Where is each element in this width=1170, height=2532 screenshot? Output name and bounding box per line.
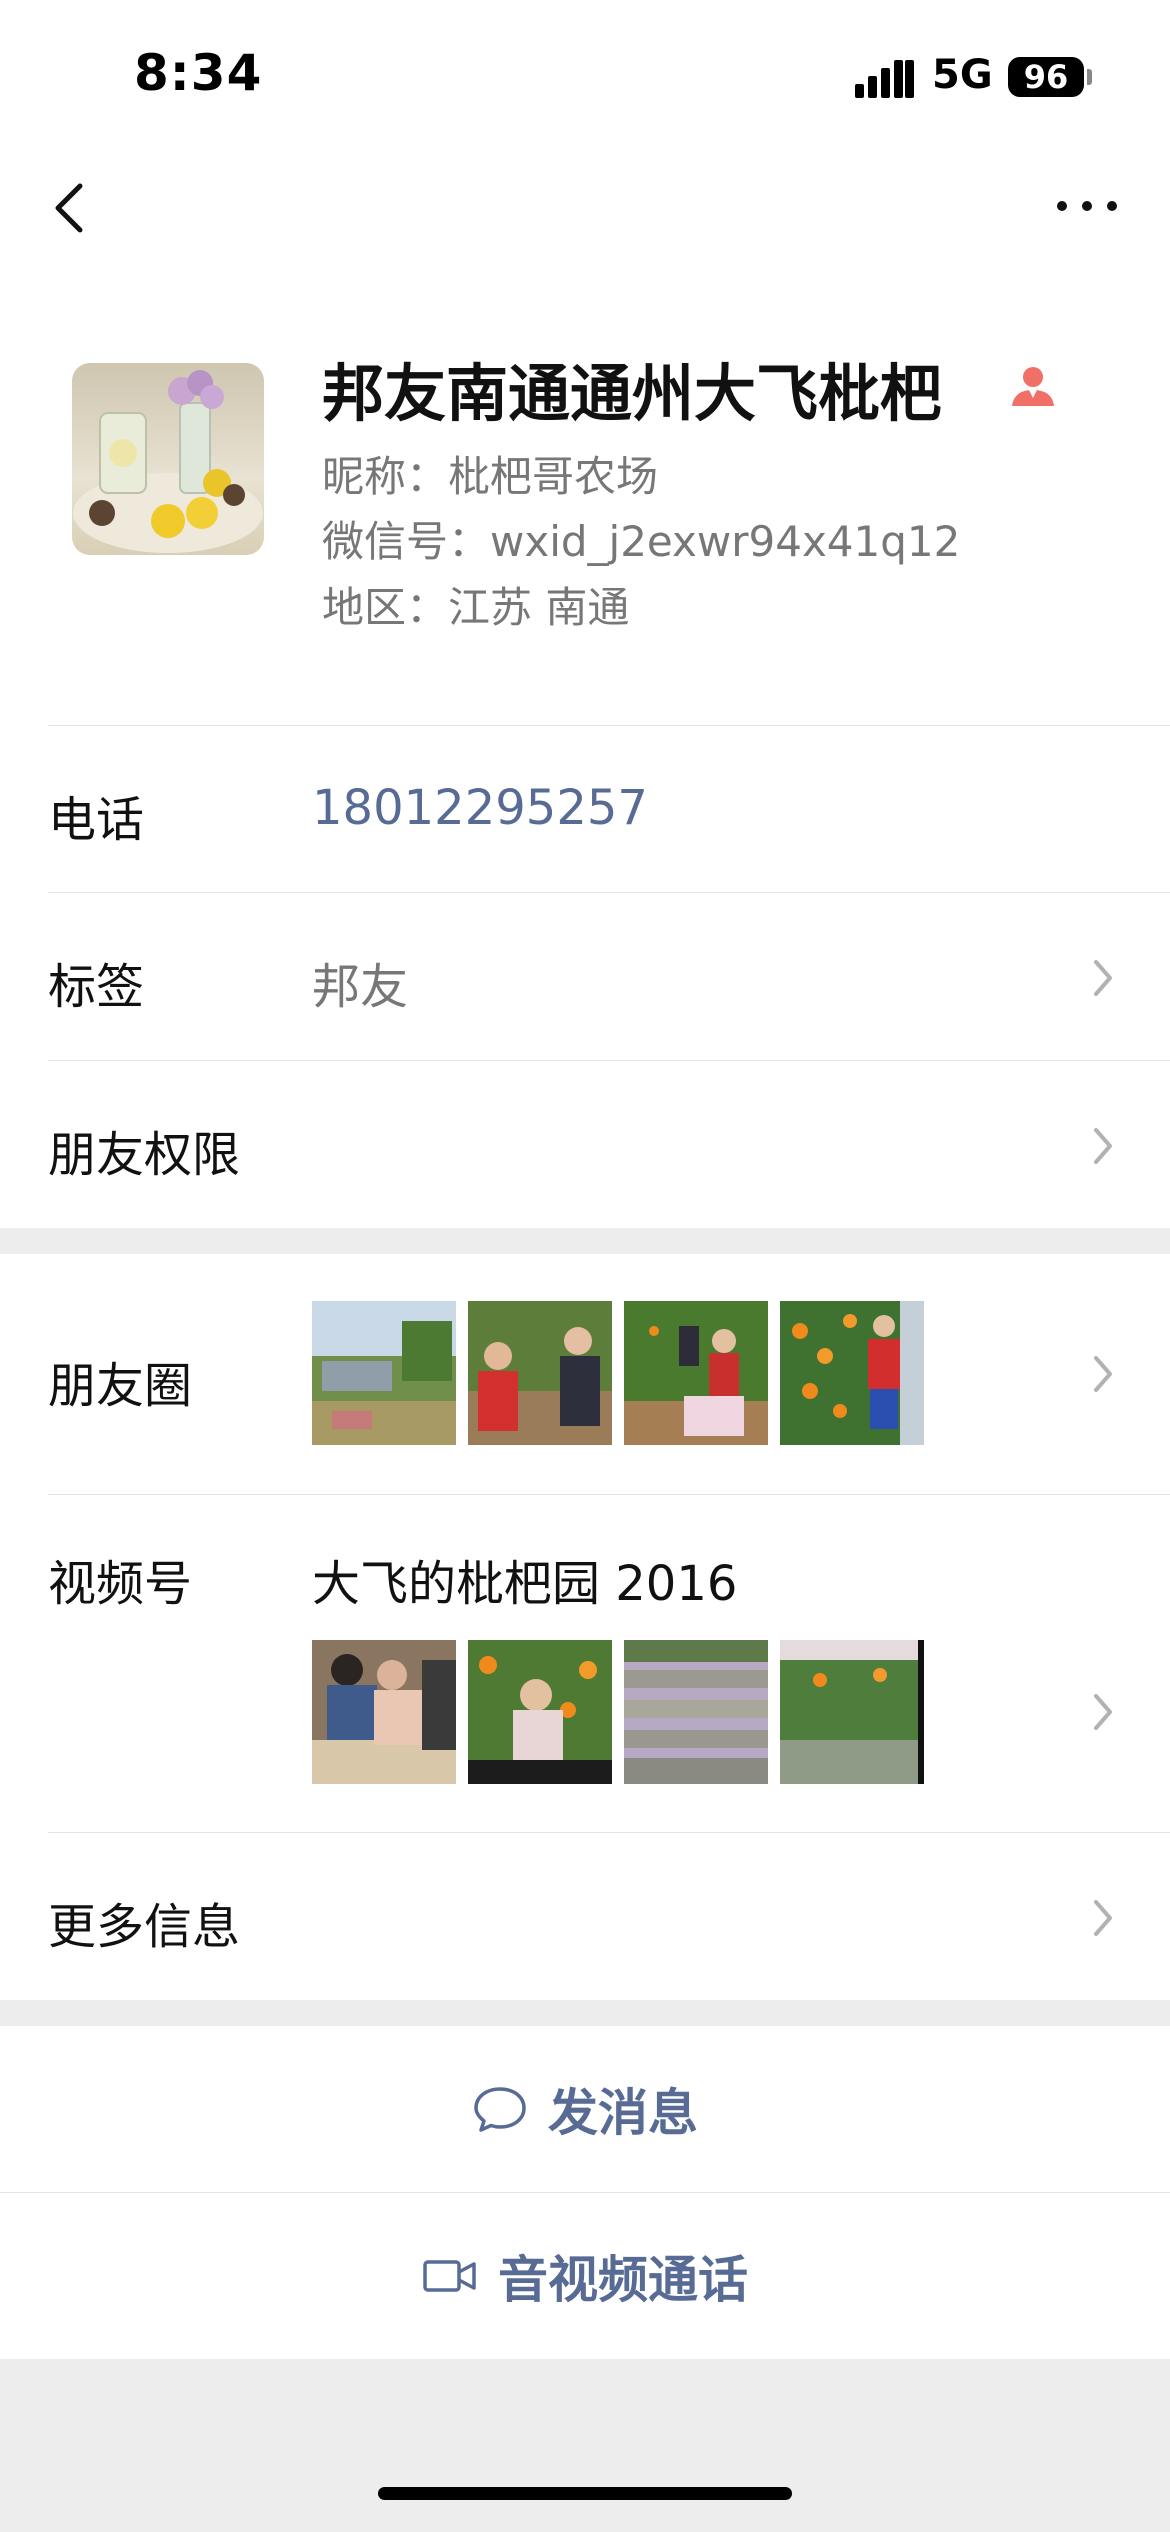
chevron-right-icon (1094, 1900, 1112, 1936)
video-call-label: 音视频通话 (498, 2251, 748, 2309)
chevron-right-icon (1094, 960, 1112, 996)
channel-video-thumbnail (624, 1640, 768, 1784)
channel-video-thumbnail (780, 1640, 924, 1784)
divider (48, 892, 1170, 893)
moments-thumbnails (312, 1301, 924, 1445)
channel-video-thumbnail (312, 1640, 456, 1784)
chevron-right-icon (1094, 1128, 1112, 1164)
send-message-label: 发消息 (548, 2084, 698, 2142)
moment-photo (780, 1301, 924, 1445)
channel-video-thumbnail (468, 1640, 612, 1784)
moment-photo (624, 1301, 768, 1445)
divider (48, 1494, 1170, 1495)
chevron-right-icon (1094, 1356, 1112, 1392)
video-camera-icon (423, 2260, 476, 2292)
phone-row: 电话 18012295257 (0, 725, 1170, 892)
profile-header: 邦友南通通州大飞枇杷 昵称：枇杷哥农场 微信号：wxid_j2exwr94x41… (0, 265, 1170, 725)
divider (48, 1832, 1170, 1833)
more-info-row[interactable]: 更多信息 (0, 1832, 1170, 2000)
more-dots-icon[interactable] (1052, 186, 1122, 226)
moment-photo (468, 1301, 612, 1445)
status-bar: 8:34 5G 96 (0, 0, 1170, 150)
home-indicator (378, 2487, 792, 2500)
tags-label: 标签 (48, 959, 145, 1015)
tags-value: 邦友 (312, 959, 409, 1015)
section-gap (0, 2000, 1170, 2026)
friend-permissions-label: 朋友权限 (48, 1127, 241, 1183)
channels-row[interactable]: 视频号 大飞的枇杷园 2016 (0, 1494, 1170, 1832)
avatar[interactable] (72, 363, 264, 555)
network-type: 5G (932, 52, 993, 98)
moments-row[interactable]: 朋友圈 (0, 1254, 1170, 1494)
divider (48, 1060, 1170, 1061)
female-user-icon (1012, 367, 1054, 406)
profile-region: 地区：江苏 南通 (322, 583, 630, 632)
moments-label: 朋友圈 (48, 1358, 193, 1414)
divider (48, 725, 1170, 726)
nav-bar (0, 150, 1170, 265)
profile-wechat-id: 微信号：wxid_j2exwr94x41q12 (322, 517, 961, 566)
chevron-left-icon[interactable] (44, 178, 104, 238)
friend-permissions-row[interactable]: 朋友权限 (0, 1060, 1170, 1228)
channels-label: 视频号 (48, 1556, 193, 1612)
tags-row[interactable]: 标签 邦友 (0, 892, 1170, 1060)
phone-number-link[interactable]: 18012295257 (312, 780, 648, 836)
signal-strength-icon (855, 56, 915, 98)
chat-bubble-icon (474, 2087, 526, 2132)
battery-tip (1087, 69, 1092, 85)
chevron-right-icon (1094, 1694, 1112, 1730)
channels-name: 大飞的枇杷园 2016 (312, 1556, 738, 1612)
profile-name: 邦友南通通州大飞枇杷 (322, 357, 943, 430)
section-gap (0, 1228, 1170, 1254)
status-time: 8:34 (134, 44, 263, 102)
phone-label: 电话 (48, 792, 145, 848)
moment-photo (312, 1301, 456, 1445)
send-message-button[interactable]: 发消息 (0, 2026, 1170, 2192)
channels-thumbnails (312, 1640, 924, 1784)
video-call-button[interactable]: 音视频通话 (0, 2193, 1170, 2359)
profile-nickname: 昵称：枇杷哥农场 (322, 452, 659, 501)
more-info-label: 更多信息 (48, 1899, 241, 1955)
battery-level: 96 (1008, 57, 1084, 97)
